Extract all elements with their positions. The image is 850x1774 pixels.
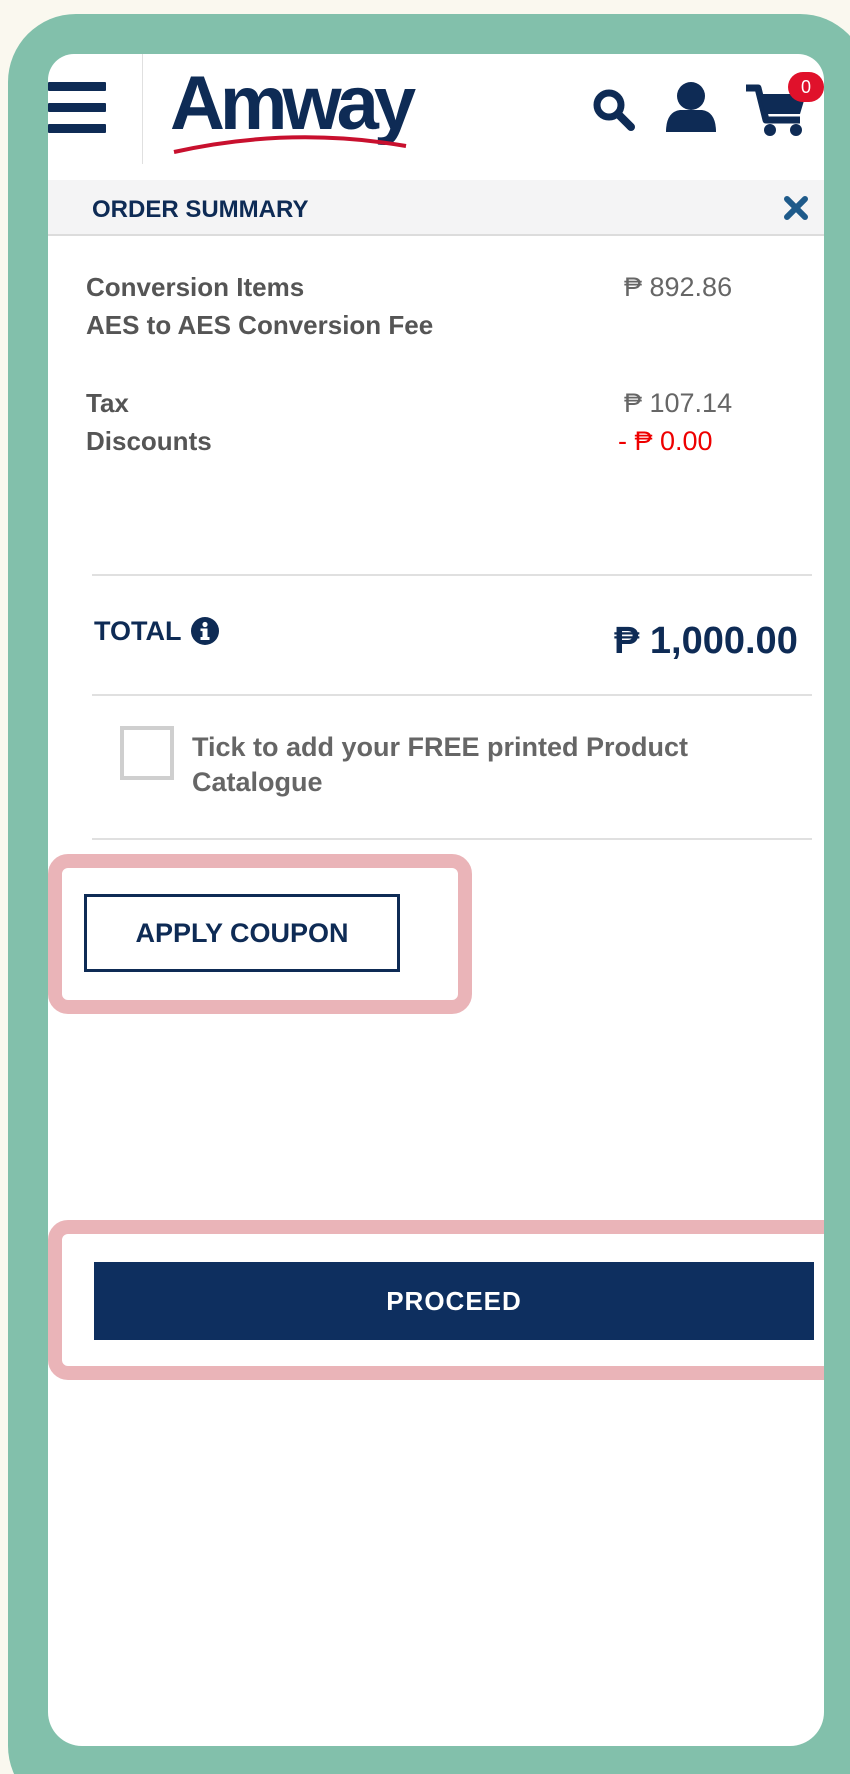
catalogue-checkbox[interactable] xyxy=(120,726,174,780)
divider xyxy=(92,838,812,840)
info-icon[interactable] xyxy=(190,616,220,646)
conversion-items-label: Conversion Items xyxy=(86,272,305,302)
divider xyxy=(92,694,812,696)
header-divider xyxy=(142,54,143,164)
divider xyxy=(92,574,812,576)
search-icon[interactable] xyxy=(592,88,636,132)
catalogue-checkbox-label[interactable]: Tick to add your FREE printed Product Ca… xyxy=(192,730,792,800)
total-label: TOTAL xyxy=(94,616,182,646)
total-value: ₱ 1,000.00 xyxy=(614,620,798,662)
tax-label: Tax xyxy=(86,388,129,418)
conversion-fee-label: AES to AES Conversion Fee xyxy=(86,310,434,340)
tax-value: ₱ 107.14 xyxy=(624,388,733,418)
amway-logo[interactable]: Amway xyxy=(170,66,416,176)
proceed-button[interactable]: PROCEED xyxy=(94,1262,814,1340)
cart-count-badge: 0 xyxy=(788,72,824,102)
app-screen: Amway 0 ORDER SUMMARY Conversion Items ₱… xyxy=(48,54,824,1746)
user-icon[interactable] xyxy=(664,80,718,134)
conversion-items-value: ₱ 892.86 xyxy=(624,272,733,302)
apply-coupon-button[interactable]: APPLY COUPON xyxy=(84,894,400,972)
order-summary-title: ORDER SUMMARY xyxy=(92,196,309,223)
discounts-value: - ₱ 0.00 xyxy=(618,426,713,456)
discounts-label: Discounts xyxy=(86,426,212,456)
logo-swoosh xyxy=(173,135,407,154)
close-icon[interactable] xyxy=(784,196,808,220)
menu-icon[interactable] xyxy=(48,82,106,133)
order-summary-header: ORDER SUMMARY xyxy=(48,180,824,236)
